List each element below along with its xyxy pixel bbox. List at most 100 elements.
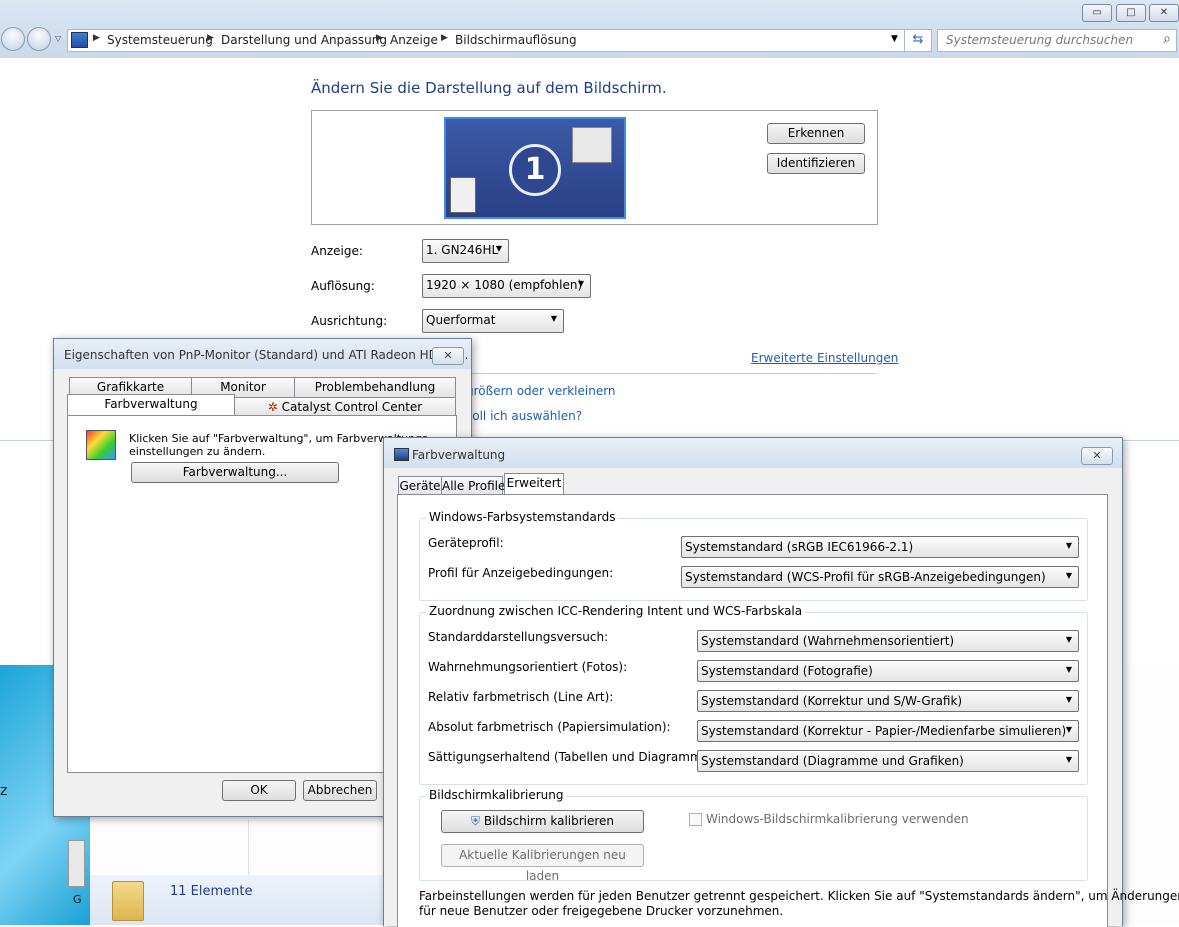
- viewing-conditions-select[interactable]: Systemstandard (WCS-Profil für sRGB-Anze…: [681, 566, 1079, 588]
- window-thumbnail: [450, 177, 476, 213]
- close-icon: ✕: [1159, 7, 1169, 18]
- calibrate-button[interactable]: ⛨ Bildschirm kalibrieren: [441, 810, 644, 833]
- group-calibration: Bildschirmkalibrierung ⛨ Bildschirm kali…: [419, 788, 1088, 883]
- display-label: Anzeige:: [311, 244, 363, 258]
- search-input[interactable]: Systemsteuerung durchsuchen: [946, 33, 1133, 47]
- breadcrumb-separator-icon: ▶: [376, 33, 383, 43]
- breadcrumb-bildschirmaufloesung[interactable]: Bildschirmauflösung: [455, 33, 577, 47]
- intent-label: Wahrnehmungsorientiert (Fotos):: [428, 660, 628, 674]
- intent-select-relative[interactable]: Systemstandard (Korrektur und S/W-Grafik…: [697, 690, 1079, 712]
- refresh-icon[interactable]: ⇆: [904, 30, 931, 51]
- tab-catalyst[interactable]: ✲ Catalyst Control Center: [234, 397, 456, 417]
- maximize-button[interactable]: □: [1116, 4, 1146, 22]
- tab-problembehandlung[interactable]: Problembehandlung: [294, 377, 456, 397]
- tab-farbverwaltung[interactable]: Farbverwaltung: [67, 394, 235, 416]
- explorer-details-pane: 11 Elemente: [90, 875, 390, 925]
- breadcrumb-anzeige[interactable]: Anzeige: [390, 33, 438, 47]
- back-button[interactable]: [1, 27, 25, 51]
- breadcrumb-darstellung[interactable]: Darstellung und Anpassung: [221, 33, 387, 47]
- scrollbar[interactable]: [68, 840, 85, 887]
- text-size-link[interactable]: größern oder verkleinern: [466, 384, 616, 398]
- tab-erweitert[interactable]: Erweitert: [504, 473, 564, 495]
- close-button[interactable]: ✕: [432, 347, 464, 365]
- address-bar[interactable]: ▶ Systemsteuerung ▶ Darstellung und Anpa…: [67, 29, 932, 52]
- divider: [248, 820, 249, 875]
- breadcrumb-separator-icon: ▶: [207, 33, 214, 43]
- items-count: 11 Elemente: [170, 884, 253, 899]
- monitor-preview-panel: 1 Erkennen Identifizieren: [311, 110, 878, 225]
- breadcrumb-separator-icon: ▶: [441, 33, 448, 43]
- which-settings-link[interactable]: soll ich auswählen?: [466, 409, 582, 423]
- ok-button[interactable]: OK: [222, 780, 296, 801]
- search-icon[interactable]: ⌕: [1163, 31, 1171, 47]
- intent-value: Systemstandard (Wahrnehmensorientiert): [701, 634, 955, 648]
- dialog-titlebar: Farbverwaltung ✕: [384, 438, 1122, 468]
- close-button[interactable]: ✕: [1081, 447, 1113, 465]
- viewing-conditions-label: Profil für Anzeigebedingungen:: [428, 566, 614, 580]
- search-box[interactable]: Systemsteuerung durchsuchen ⌕: [937, 29, 1177, 52]
- resolution-label: Auflösung:: [311, 279, 375, 293]
- address-dropdown-icon[interactable]: ▼: [891, 34, 898, 44]
- device-profile-value: Systemstandard (sRGB IEC61966-2.1): [685, 540, 914, 554]
- monitor-number-badge: 1: [509, 144, 561, 196]
- dialog-title: Eigenschaften von PnP-Monitor (Standard)…: [64, 348, 469, 362]
- resolution-select[interactable]: 1920 × 1080 (empfohlen) ▼: [422, 274, 591, 298]
- close-icon: ✕: [1092, 449, 1102, 462]
- monitor-1-preview[interactable]: 1: [444, 117, 626, 219]
- desktop-text: z: [0, 783, 8, 799]
- chevron-down-icon: ▼: [1065, 665, 1072, 674]
- group-title: Windows-Farbsystemstandards: [426, 510, 619, 524]
- tab-geraete[interactable]: Geräte: [398, 476, 442, 496]
- advanced-settings-link[interactable]: Erweiterte Einstellungen: [751, 351, 898, 365]
- detect-button[interactable]: Erkennen: [767, 123, 865, 144]
- breadcrumb-systemsteuerung[interactable]: Systemsteuerung: [107, 33, 213, 47]
- viewing-conditions-value: Systemstandard (WCS-Profil für sRGB-Anze…: [685, 570, 1046, 584]
- catalyst-icon: ✲: [267, 400, 278, 414]
- intent-label: Standarddarstellungsversuch:: [428, 630, 609, 644]
- chevron-down-icon: ▼: [550, 314, 557, 323]
- farbverwaltung-button[interactable]: Farbverwaltung...: [131, 462, 339, 483]
- close-icon: ✕: [443, 349, 453, 362]
- chevron-down-icon: ▼: [577, 279, 584, 288]
- chevron-down-icon: ▼: [1065, 541, 1072, 550]
- instruction-text: einstellungen zu ändern.: [129, 445, 266, 458]
- intent-label: Relativ farbmetrisch (Line Art):: [428, 690, 614, 704]
- minimize-button[interactable]: ▭: [1082, 4, 1112, 22]
- group-farbsystemstandards: Windows-Farbsystemstandards Geräteprofil…: [419, 510, 1088, 601]
- chevron-down-icon: ▼: [1065, 695, 1072, 704]
- group-title: Bildschirmkalibrierung: [426, 788, 567, 802]
- cancel-button[interactable]: Abbrechen: [303, 780, 377, 801]
- orientation-label: Ausrichtung:: [311, 314, 388, 328]
- folder-icon: [112, 881, 144, 921]
- intent-select-default[interactable]: Systemstandard (Wahrnehmensorientiert) ▼: [697, 630, 1079, 652]
- resolution-value: 1920 × 1080 (empfohlen): [426, 278, 583, 292]
- control-panel-icon: [71, 32, 88, 48]
- device-profile-select[interactable]: Systemstandard (sRGB IEC61966-2.1) ▼: [681, 536, 1079, 558]
- intent-select-perceptual[interactable]: Systemstandard (Fotografie) ▼: [697, 660, 1079, 682]
- desktop-text: G: [73, 893, 82, 906]
- orientation-value: Querformat: [426, 313, 496, 327]
- group-title: Zuordnung zwischen ICC-Rendering Intent …: [426, 604, 806, 618]
- reload-calibration-button[interactable]: Aktuelle Kalibrierungen neu laden: [441, 844, 644, 883]
- chevron-down-icon: ▼: [1065, 571, 1072, 580]
- intent-select-absolute[interactable]: Systemstandard (Korrektur - Papier-/Medi…: [697, 720, 1079, 742]
- identify-button[interactable]: Identifizieren: [767, 153, 865, 174]
- forward-button[interactable]: [27, 27, 51, 51]
- chevron-down-icon: ▼: [495, 244, 502, 253]
- display-select[interactable]: 1. GN246HL ▼: [422, 239, 509, 263]
- chevron-down-icon: ▼: [1065, 755, 1072, 764]
- maximize-icon: □: [1126, 7, 1136, 18]
- orientation-select[interactable]: Querformat ▼: [422, 309, 564, 333]
- tab-alle-profile[interactable]: Alle Profile: [441, 476, 505, 496]
- device-profile-label: Geräteprofil:: [428, 536, 504, 550]
- breadcrumb-separator-icon: ▶: [93, 33, 100, 43]
- windows-calibration-checkbox[interactable]: [689, 813, 702, 826]
- history-dropdown-icon[interactable]: ▽: [55, 34, 61, 43]
- intent-select-saturation[interactable]: Systemstandard (Diagramme und Grafiken) ▼: [697, 750, 1079, 772]
- calibrate-label: Bildschirm kalibrieren: [483, 814, 615, 828]
- group-rendering-intent: Zuordnung zwischen ICC-Rendering Intent …: [419, 604, 1088, 785]
- chevron-down-icon: ▼: [1065, 635, 1072, 644]
- intent-label: Absolut farbmetrisch (Papiersimulation):: [428, 720, 671, 734]
- close-button[interactable]: ✕: [1149, 4, 1179, 22]
- color-management-dialog: Farbverwaltung ✕ Geräte Alle Profile Erw…: [383, 437, 1179, 927]
